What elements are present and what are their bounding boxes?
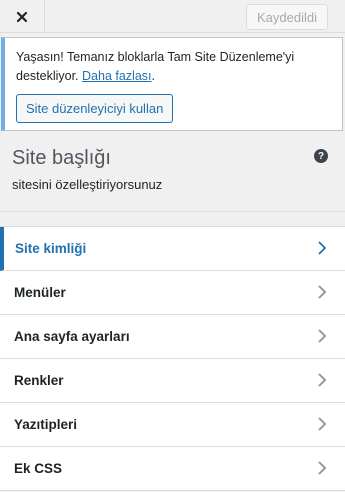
chevron-right-icon <box>318 285 327 299</box>
chevron-right-icon <box>318 461 327 475</box>
customizer-info: Site başlığı sitesini özelleştiriyorsunu… <box>0 133 345 212</box>
site-title: Site başlığı <box>12 147 111 169</box>
section-additional-css[interactable]: Ek CSS <box>0 447 345 491</box>
learn-more-link[interactable]: Daha fazlası <box>82 69 151 83</box>
section-menus[interactable]: Menüler <box>0 271 345 315</box>
customizing-subtitle: sitesini özelleştiriyorsunuz <box>12 177 163 192</box>
customizer-header: Kaydedildi <box>0 0 345 33</box>
chevron-right-icon <box>318 417 327 431</box>
help-icon[interactable]: ? <box>314 149 328 163</box>
section-colors[interactable]: Renkler <box>0 359 345 403</box>
notice-message: Yaşasın! Temanız bloklarla Tam Site Düze… <box>16 50 295 83</box>
section-label: Yazıtipleri <box>14 417 78 432</box>
chevron-right-icon <box>318 241 327 255</box>
use-site-editor-button[interactable]: Site düzenleyiciyi kullan <box>16 94 174 123</box>
notice-link-suffix: . <box>151 69 155 83</box>
fse-notice: Yaşasın! Temanız bloklarla Tam Site Düze… <box>1 37 343 131</box>
section-site-identity[interactable]: Site kimliği <box>0 227 345 271</box>
section-label: Site kimliği <box>15 241 87 256</box>
section-label: Ana sayfa ayarları <box>14 329 130 344</box>
section-fonts[interactable]: Yazıtipleri <box>0 403 345 447</box>
section-label: Ek CSS <box>14 461 63 476</box>
chevron-right-icon <box>318 373 327 387</box>
customizer-sections: Site kimliği Menüler Ana sayfa ayarları … <box>0 226 345 491</box>
notice-text: Yaşasın! Temanız bloklarla Tam Site Düze… <box>16 48 332 86</box>
close-button[interactable] <box>0 0 45 33</box>
save-button[interactable]: Kaydedildi <box>246 4 328 30</box>
section-label: Menüler <box>14 285 66 300</box>
section-homepage-settings[interactable]: Ana sayfa ayarları <box>0 315 345 359</box>
section-label: Renkler <box>14 373 64 388</box>
close-icon <box>16 11 28 22</box>
chevron-right-icon <box>318 329 327 343</box>
